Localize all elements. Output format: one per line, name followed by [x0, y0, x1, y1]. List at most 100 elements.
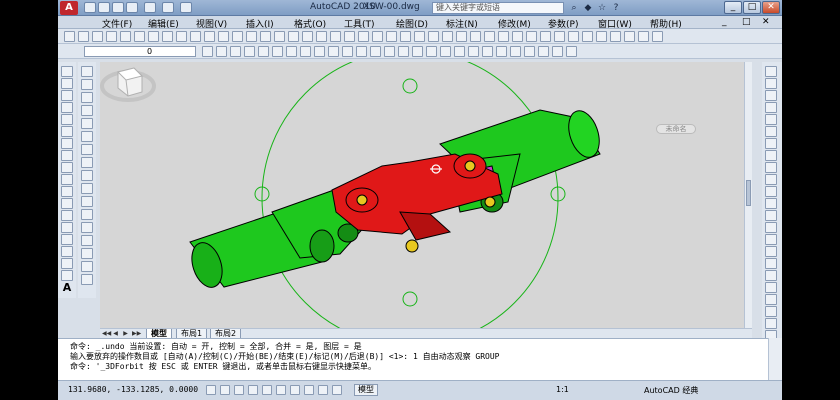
- stretch-icon[interactable]: [81, 170, 93, 181]
- tool-button[interactable]: [552, 46, 563, 57]
- tool-button[interactable]: [484, 31, 495, 42]
- move-icon[interactable]: [81, 131, 93, 142]
- osnap-icon[interactable]: [262, 385, 272, 395]
- otrack-icon[interactable]: [276, 385, 286, 395]
- tool-button[interactable]: [512, 31, 523, 42]
- coordinate-readout[interactable]: 131.9680, -133.1285, 0.0000: [68, 385, 198, 394]
- tool-button[interactable]: [358, 31, 369, 42]
- explode-icon[interactable]: [81, 261, 93, 272]
- help-icon[interactable]: ?: [610, 2, 622, 14]
- doc-restore-icon[interactable]: □: [742, 17, 751, 27]
- tool-button[interactable]: [652, 31, 663, 42]
- lineweight-icon[interactable]: [318, 385, 328, 395]
- ortho-icon[interactable]: [234, 385, 244, 395]
- tool-button[interactable]: [554, 31, 565, 42]
- doc-minimize-icon[interactable]: _: [722, 17, 727, 27]
- layer-combo[interactable]: 0: [84, 46, 196, 57]
- tab-last-icon[interactable]: ▶▶: [132, 330, 141, 337]
- tool-button[interactable]: [190, 31, 201, 42]
- break-icon[interactable]: [81, 209, 93, 220]
- tool-button[interactable]: [765, 102, 777, 113]
- polar-icon[interactable]: [248, 385, 258, 395]
- tool-button[interactable]: [78, 31, 89, 42]
- tool-button[interactable]: [81, 274, 93, 285]
- tool-button[interactable]: [232, 31, 243, 42]
- ducs-icon[interactable]: [290, 385, 300, 395]
- viewport-vertical-scrollbar[interactable]: [744, 62, 752, 328]
- tool-button[interactable]: [330, 31, 341, 42]
- app-menu-button[interactable]: A: [60, 1, 78, 15]
- tool-button[interactable]: [356, 46, 367, 57]
- quick-access-dropdown-icon[interactable]: [180, 2, 192, 13]
- tool-button[interactable]: [510, 46, 521, 57]
- tool-button[interactable]: [540, 31, 551, 42]
- save-icon[interactable]: [112, 2, 124, 13]
- tool-button[interactable]: [582, 31, 593, 42]
- tool-button[interactable]: [638, 31, 649, 42]
- tool-button[interactable]: [765, 174, 777, 185]
- tool-button[interactable]: [440, 46, 451, 57]
- arc-icon[interactable]: [61, 126, 73, 137]
- tool-button[interactable]: [176, 31, 187, 42]
- tool-button[interactable]: [148, 31, 159, 42]
- tool-button[interactable]: [398, 46, 409, 57]
- tool-button[interactable]: [442, 31, 453, 42]
- erase-icon[interactable]: [81, 66, 93, 77]
- tool-button[interactable]: [624, 31, 635, 42]
- tool-button[interactable]: [765, 234, 777, 245]
- tool-button[interactable]: [496, 46, 507, 57]
- doc-close-icon[interactable]: ✕: [762, 17, 770, 27]
- tool-button[interactable]: [765, 138, 777, 149]
- tab-next-icon[interactable]: ▶: [122, 330, 129, 337]
- line-icon[interactable]: [61, 66, 73, 77]
- tool-button[interactable]: [765, 222, 777, 233]
- drawing-viewport[interactable]: 未命名: [100, 62, 744, 328]
- region-icon[interactable]: [61, 258, 73, 269]
- tool-button[interactable]: [482, 46, 493, 57]
- array-icon[interactable]: [81, 118, 93, 129]
- circle-icon[interactable]: [61, 138, 73, 149]
- tool-button[interactable]: [765, 294, 777, 305]
- scale-icon[interactable]: [81, 157, 93, 168]
- tool-button[interactable]: [765, 258, 777, 269]
- tool-button[interactable]: [344, 31, 355, 42]
- tool-button[interactable]: [470, 31, 481, 42]
- tool-button[interactable]: [765, 114, 777, 125]
- tool-button[interactable]: [765, 186, 777, 197]
- grid-icon[interactable]: [220, 385, 230, 395]
- tool-button[interactable]: [272, 46, 283, 57]
- insert-block-icon[interactable]: [61, 198, 73, 209]
- polygon-icon[interactable]: [61, 102, 73, 113]
- print-icon[interactable]: [126, 2, 138, 13]
- tool-button[interactable]: [288, 31, 299, 42]
- tool-button[interactable]: [230, 46, 241, 57]
- tool-button[interactable]: [426, 46, 437, 57]
- copy-icon[interactable]: [81, 79, 93, 90]
- tool-button[interactable]: [765, 318, 777, 329]
- tool-button[interactable]: [274, 31, 285, 42]
- fillet-icon[interactable]: [81, 248, 93, 259]
- annotation-scale[interactable]: 1:1: [556, 385, 569, 394]
- viewcube-icon[interactable]: [100, 62, 156, 106]
- subscription-icon[interactable]: ◆: [582, 2, 594, 14]
- dyn-icon[interactable]: [304, 385, 314, 395]
- tool-button[interactable]: [538, 46, 549, 57]
- tool-button[interactable]: [302, 31, 313, 42]
- tool-button[interactable]: [260, 31, 271, 42]
- tool-button[interactable]: [468, 46, 479, 57]
- tool-button[interactable]: [218, 31, 229, 42]
- tool-button[interactable]: [342, 46, 353, 57]
- construction-line-icon[interactable]: [61, 78, 73, 89]
- tool-button[interactable]: [414, 31, 425, 42]
- tool-button[interactable]: [568, 31, 579, 42]
- make-block-icon[interactable]: [61, 210, 73, 221]
- tool-button[interactable]: [92, 31, 103, 42]
- tool-button[interactable]: [328, 46, 339, 57]
- tool-button[interactable]: [412, 46, 423, 57]
- tool-button[interactable]: [456, 31, 467, 42]
- gradient-icon[interactable]: [61, 246, 73, 257]
- tool-button[interactable]: [244, 46, 255, 57]
- tool-button[interactable]: [204, 31, 215, 42]
- tool-button[interactable]: [765, 162, 777, 173]
- mirror-icon[interactable]: [81, 92, 93, 103]
